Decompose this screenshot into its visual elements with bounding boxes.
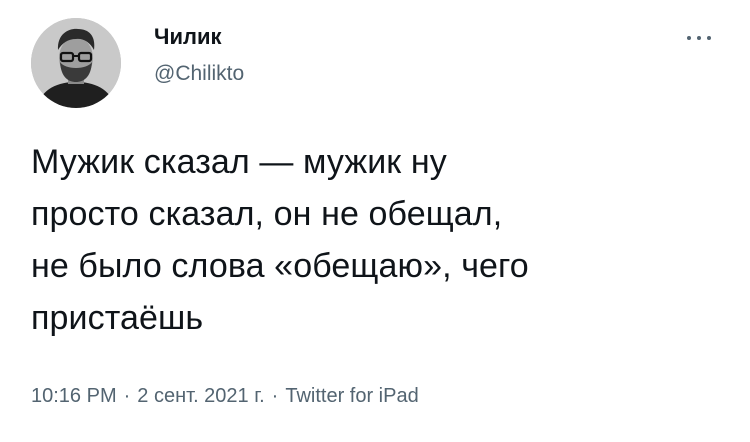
tweet-text: Мужик сказал — мужик ну просто сказал, о… [31, 143, 529, 337]
author-info: Чилик @Chilikto [154, 23, 244, 87]
tweet-meta: 10:16 PM · 2 сент. 2021 г. · Twitter for iPa… [31, 383, 419, 409]
author-handle[interactable]: @Chilikto [154, 61, 244, 87]
avatar-photo-icon [31, 18, 121, 108]
tweet-header: Чилик @Chilikto [31, 18, 721, 108]
tweet-card: Чилик @Chilikto Мужик сказал — мужик ну … [0, 0, 750, 442]
author-display-name[interactable]: Чилик [154, 23, 244, 51]
meta-separator: · [123, 385, 131, 407]
meta-separator: · [271, 385, 279, 407]
user-avatar[interactable] [31, 18, 121, 108]
more-dot [697, 36, 701, 40]
more-dot [707, 36, 711, 40]
tweet-time[interactable]: 10:16 PM [31, 385, 117, 407]
tweet-date[interactable]: 2 сент. 2021 г. [137, 385, 264, 407]
more-options-icon[interactable] [687, 34, 711, 42]
tweet-source[interactable]: Twitter for iPad [285, 385, 418, 407]
more-dot [687, 36, 691, 40]
